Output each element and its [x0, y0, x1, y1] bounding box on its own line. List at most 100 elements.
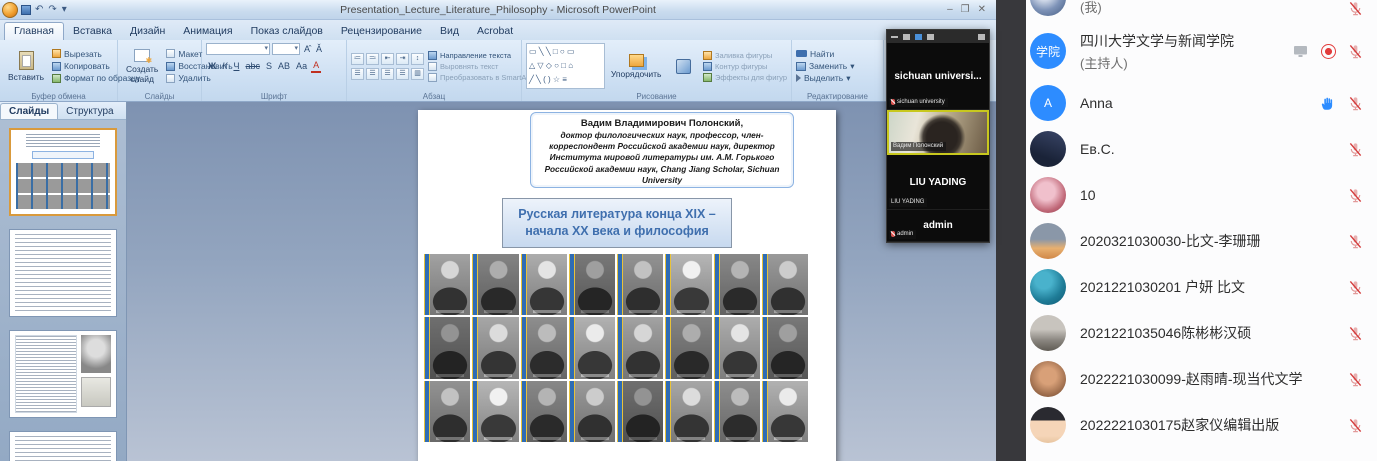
muted-mic-icon: [1348, 326, 1363, 341]
video-conference-panel[interactable]: sichuan universi... sichuan university В…: [886, 29, 990, 243]
avatar: [1030, 269, 1066, 305]
columns-button[interactable]: ▥: [411, 68, 424, 80]
case-button[interactable]: Аа: [294, 60, 309, 72]
align-center-button[interactable]: ☰: [366, 68, 379, 80]
tab-acrobat[interactable]: Acrobat: [468, 23, 522, 40]
italic-button[interactable]: К: [220, 60, 229, 72]
new-slide-button[interactable]: Создать слайд: [122, 43, 162, 89]
tab-slideshow[interactable]: Показ слайдов: [242, 23, 332, 40]
bullets-button[interactable]: ≔: [351, 53, 364, 65]
shrink-font-button[interactable]: А̌: [314, 43, 324, 55]
slides-tab[interactable]: Слайды: [0, 103, 58, 119]
participant-row-host[interactable]: 学院 四川大学文学与新闻学院 (主持人): [1026, 22, 1377, 80]
participant-row[interactable]: 2020321030030-比文-李珊珊: [1026, 218, 1377, 264]
spacing-button[interactable]: АВ: [276, 60, 292, 72]
slide-canvas[interactable]: Вадим Владимирович Полонский, доктор фил…: [127, 102, 996, 461]
participant-row[interactable]: 2021221030201 户妍 比文: [1026, 264, 1377, 310]
font-size-combo[interactable]: [272, 43, 300, 55]
shape-outline-icon: [703, 62, 712, 71]
smartart-button[interactable]: Преобразовать в SmartArt: [428, 73, 531, 82]
participant-row-me[interactable]: (我): [1026, 0, 1377, 22]
slide-title-textbox[interactable]: Вадим Владимирович Полонский, доктор фил…: [530, 112, 794, 188]
portrait-collage[interactable]: [424, 254, 808, 442]
strikethrough-button[interactable]: abc: [243, 60, 262, 72]
shape-effects-button[interactable]: Эффекты для фигур: [703, 73, 787, 82]
muted-mic-icon: [1348, 234, 1363, 249]
minimize-videos-icon[interactable]: [891, 36, 898, 38]
line-spacing-button[interactable]: ↕: [411, 53, 424, 65]
participant-row[interactable]: 10: [1026, 172, 1377, 218]
portrait-cell: [569, 381, 615, 442]
gallery-view-icon[interactable]: [915, 34, 922, 40]
outline-tab[interactable]: Структура: [58, 104, 121, 119]
grid-view-icon[interactable]: [927, 34, 934, 40]
slide-thumbnail-4[interactable]: [9, 431, 117, 461]
tab-insert[interactable]: Вставка: [64, 23, 121, 40]
find-button[interactable]: Найти: [796, 49, 854, 59]
quick-styles-button[interactable]: [667, 43, 699, 89]
participant-row[interactable]: 2022221030099-赵雨晴-现当代文学: [1026, 356, 1377, 402]
redo-icon[interactable]: ↷: [47, 5, 57, 15]
slide-thumbnail-1[interactable]: [9, 128, 117, 216]
participant-row-anna[interactable]: A Anna: [1026, 80, 1377, 126]
align-text-button[interactable]: Выровнять текст: [428, 62, 531, 71]
align-left-button[interactable]: ☰: [351, 68, 364, 80]
ribbon: Вставить Вырезать Копировать Формат по о…: [0, 40, 996, 102]
portrait-cell: [424, 381, 470, 442]
undo-icon[interactable]: ↶: [34, 5, 44, 15]
portrait-cell: [714, 317, 760, 378]
tab-design[interactable]: Дизайн: [121, 23, 174, 40]
shapes-gallery[interactable]: ▭ ╲ ╲ □ ○ ▭ △ ▽ ◇ ○ □ ⌂ ╱ ╲ ( ) ☆ ≡: [526, 43, 605, 89]
shadow-button[interactable]: S: [264, 60, 274, 72]
muted-mic-icon: [1348, 280, 1363, 295]
portrait-cell: [569, 254, 615, 315]
expand-videos-icon[interactable]: [978, 34, 985, 40]
portrait-cell: [665, 254, 711, 315]
shape-outline-button[interactable]: Контур фигуры: [703, 62, 787, 71]
align-right-button[interactable]: ☰: [381, 68, 394, 80]
shape-fill-button[interactable]: Заливка фигуры: [703, 51, 787, 60]
indent-increase-button[interactable]: ⇥: [396, 53, 409, 65]
replace-button[interactable]: Заменить ▾: [796, 61, 854, 71]
bold-button[interactable]: Ж: [206, 60, 218, 72]
window-gap: [996, 0, 1026, 461]
speaker-view-icon[interactable]: [903, 34, 910, 40]
close-button[interactable]: ✕: [978, 5, 986, 15]
video-tile-admin[interactable]: admin admin: [887, 210, 989, 242]
portrait-cell: [714, 381, 760, 442]
text-direction-button[interactable]: Направление текста: [428, 51, 531, 60]
indent-decrease-button[interactable]: ⇤: [381, 53, 394, 65]
participant-row[interactable]: 2021221035046陈彬彬汉硕: [1026, 310, 1377, 356]
quick-access-toolbar: ↶ ↷ ▾: [0, 2, 68, 18]
justify-button[interactable]: ☰: [396, 68, 409, 80]
restore-button[interactable]: ❐: [961, 5, 970, 15]
font-color-button[interactable]: А: [311, 59, 321, 73]
paste-button[interactable]: Вставить: [4, 43, 48, 89]
tab-view[interactable]: Вид: [431, 23, 468, 40]
slide-thumbnail-3[interactable]: [9, 330, 117, 418]
tab-review[interactable]: Рецензирование: [332, 23, 431, 40]
select-button[interactable]: Выделить ▾: [796, 73, 854, 83]
grow-font-button[interactable]: А̂: [302, 43, 312, 55]
video-tile-liu-yading[interactable]: LIU YADING LIU YADING: [887, 155, 989, 210]
portrait-cell: [617, 254, 663, 315]
video-tile-sichuan[interactable]: sichuan universi... sichuan university: [887, 43, 989, 110]
minimize-button[interactable]: –: [947, 5, 953, 15]
arrange-button[interactable]: Упорядочить: [609, 43, 663, 89]
qat-customize-icon[interactable]: ▾: [61, 5, 68, 15]
slide-subtitle-textbox[interactable]: Русская литература конца XIX – начала XX…: [502, 198, 732, 248]
tab-animation[interactable]: Анимация: [174, 23, 241, 40]
new-slide-icon: [134, 49, 150, 62]
numbering-button[interactable]: ≕: [366, 53, 379, 65]
slide-thumbnail-2[interactable]: [9, 229, 117, 317]
tab-home[interactable]: Главная: [4, 22, 64, 40]
save-icon[interactable]: [21, 5, 31, 15]
underline-button[interactable]: Ч: [231, 60, 241, 72]
office-button[interactable]: [2, 2, 18, 18]
participant-row[interactable]: Ев.С.: [1026, 126, 1377, 172]
slide-editing-area[interactable]: Вадим Владимирович Полонский, доктор фил…: [418, 110, 836, 461]
video-tile-speaker[interactable]: Вадим Полонский: [887, 110, 989, 155]
participant-row[interactable]: 2022221030175赵家仪编辑出版: [1026, 402, 1377, 448]
portrait-cell: [762, 381, 808, 442]
font-name-combo[interactable]: [206, 43, 270, 55]
